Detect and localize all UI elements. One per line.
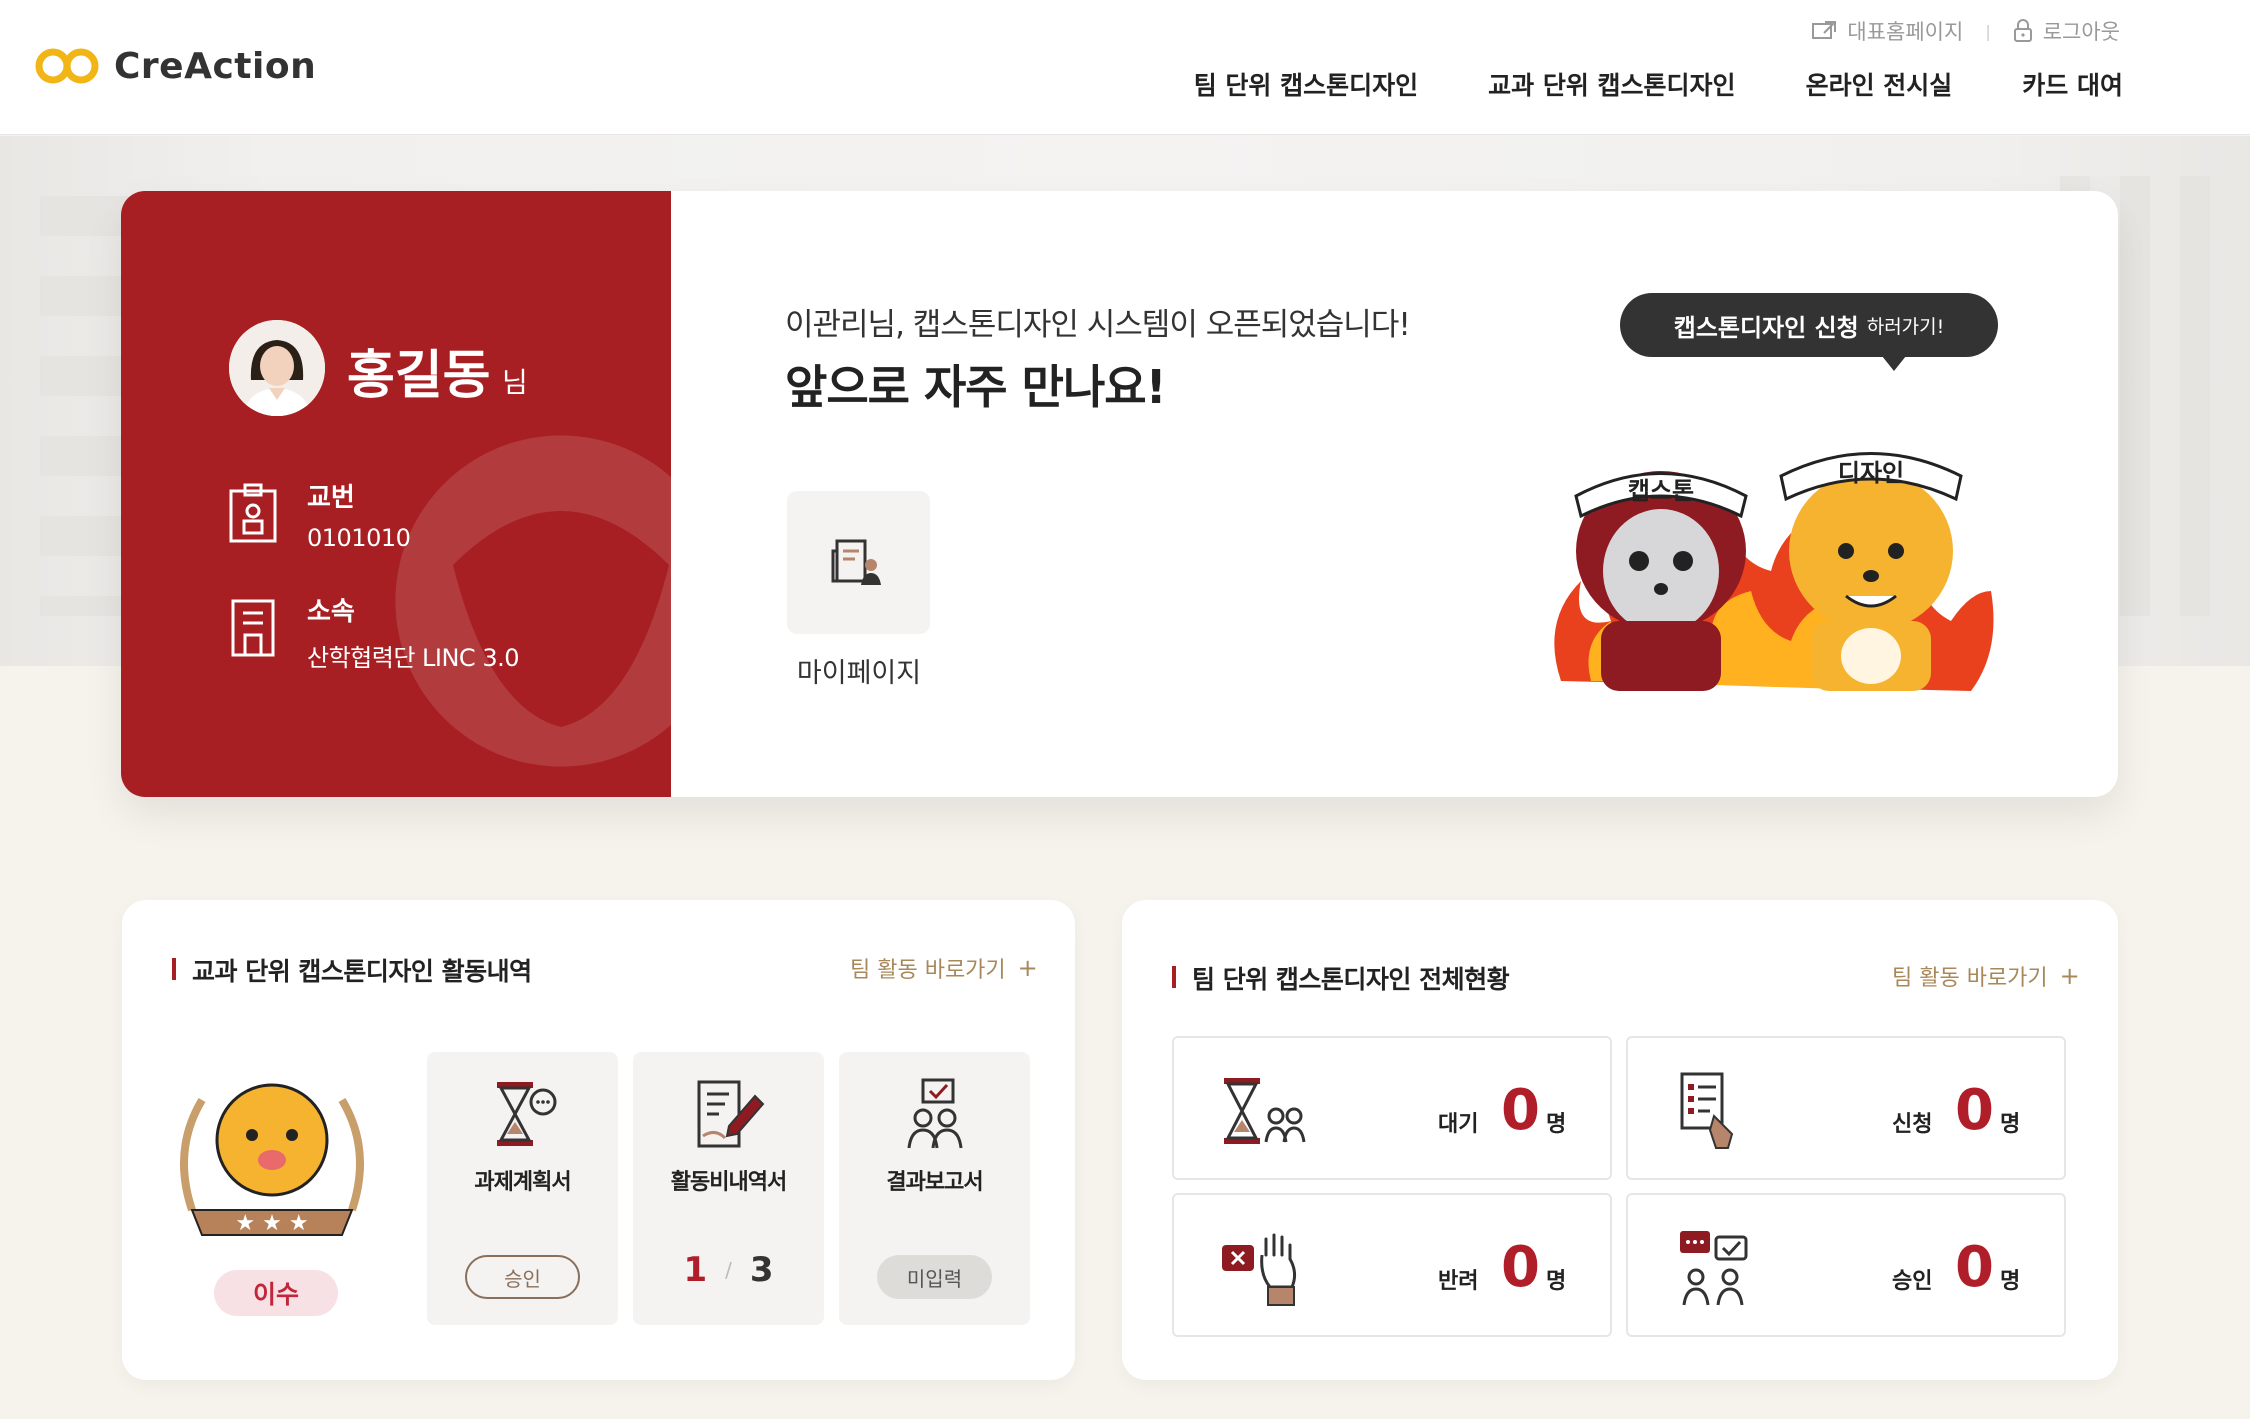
checklist-hand-icon [1680,1072,1734,1149]
completion-status-badge: 이수 [214,1270,338,1316]
mascot-left-band-text: 캡스톤 [1628,477,1694,505]
document-user-icon [831,539,881,585]
stat-approved-label: 승인 [1892,1269,1933,1294]
hero-card: 홍길동 님 교번 0101010 소속 산학협력단 LINC 3.0 이관리님,… [121,191,2118,797]
employee-id-row: 교번 0101010 [227,481,411,552]
utility-links: 대표홈페이지 | 로그아웃 [1811,16,2120,46]
department-row: 소속 산학협력단 LINC 3.0 [227,595,520,673]
doc-plan-status: 승인 [465,1255,580,1299]
logout-link[interactable]: 로그아웃 [2013,16,2120,46]
expense-done-count: 1 [683,1250,708,1290]
document-pen-icon [697,1080,764,1148]
expense-total-count: 3 [749,1250,774,1290]
apply-rest-text: 하러가기! [1866,315,1945,338]
mascot-illustration: 캡스톤 디자인 [1554,452,1994,691]
id-badge-icon [229,483,277,543]
nav-course-capstone[interactable]: 교과 단위 캡스톤디자인 [1488,66,1735,102]
doc-expense-label: 활동비내역서 [670,1170,787,1195]
logout-label: 로그아웃 [2042,20,2120,44]
doc-tile-expense[interactable]: 활동비내역서 1 / 3 [633,1052,824,1325]
stat-waiting-unit: 명 [1546,1112,1567,1137]
doc-report-label: 결과보고서 [886,1170,983,1195]
stat-waiting-value: 0 [1501,1078,1540,1143]
logo[interactable]: CreAction [34,44,316,88]
stat-waiting-label: 대기 [1438,1112,1479,1137]
mypage-label[interactable]: 마이페이지 [769,651,949,690]
team-card-title: 팀 단위 캡스톤디자인 전체현황 [1172,960,1510,996]
department-value: 산학협력단 LINC 3.0 [307,644,520,672]
employee-id-value: 0101010 [307,524,411,552]
welcome-title: 앞으로 자주 만나요! [785,360,1167,414]
stat-applied-value: 0 [1955,1078,1994,1143]
hourglass-chat-icon [496,1082,556,1146]
nav-team-capstone[interactable]: 팀 단위 캡스톤디자인 [1194,66,1418,102]
doc-expense-count: 1 / 3 [633,1250,824,1290]
welcome-subtitle: 이관리님, 캡스톤디자인 시스템이 오픈되었습니다! [785,307,1411,343]
approved-team-icon [1680,1231,1748,1306]
util-separator: | [1985,21,1991,41]
stat-rejected-value: 0 [1501,1235,1540,1300]
tiger-badge-icon: ★ ★ ★ [180,1083,364,1236]
doc-report-status: 미입력 [877,1255,992,1299]
stat-approved-value: 0 [1955,1235,1994,1300]
lock-icon [2013,19,2032,42]
capstone-apply-button[interactable]: 캡스톤디자인 신청 하러가기! [1620,293,1998,371]
team-check-icon [907,1078,962,1149]
hourglass-people-icon [1224,1078,1306,1144]
count-separator: / [725,1258,732,1282]
stat-approved[interactable]: 승인 0 명 [1626,1193,2066,1337]
home-link[interactable]: 대표홈페이지 [1811,16,1963,46]
avatar-photo-icon [229,320,325,416]
reject-hand-icon [1222,1233,1297,1306]
stat-approved-unit: 명 [2000,1269,2021,1294]
logo-text: CreAction [114,45,317,87]
stat-rejected[interactable]: 반려 0 명 [1172,1193,1612,1337]
site-header: CreAction 대표홈페이지 | 로그아웃 팀 단위 캡스톤디자인 교과 단… [0,0,2250,135]
plus-icon: + [1017,954,1038,982]
plus-icon: + [2059,962,2080,990]
main-nav: 팀 단위 캡스톤디자인 교과 단위 캡스톤디자인 온라인 전시실 카드 대여 [1194,66,2123,102]
course-capstone-card: 교과 단위 캡스톤디자인 활동내역 팀 활동 바로가기 + ★ ★ ★ 이수 과… [122,900,1075,1380]
home-link-label: 대표홈페이지 [1847,20,1964,44]
logo-infinity-icon [35,48,99,84]
nav-online-exhibition[interactable]: 온라인 전시실 [1806,66,1953,102]
avatar [229,320,325,416]
stat-applied[interactable]: 신청 0 명 [1626,1036,2066,1180]
user-name: 홍길동 [347,346,491,406]
mascot-right-band-text: 디자인 [1838,459,1904,487]
svg-text:★ ★ ★: ★ ★ ★ [235,1211,308,1236]
doc-tile-plan[interactable]: 과제계획서 승인 [427,1052,618,1325]
mypage-button[interactable] [787,491,930,634]
stat-waiting[interactable]: 대기 0 명 [1172,1036,1612,1180]
profile-panel: 홍길동 님 교번 0101010 소속 산학협력단 LINC 3.0 [121,191,671,797]
employee-id-label: 교번 [307,483,355,513]
apply-strong-text: 캡스톤디자인 신청 [1673,313,1859,342]
nav-card-rental[interactable]: 카드 대여 [2022,66,2123,102]
team-activity-link-label: 팀 활동 바로가기 [1892,966,2048,991]
user-name-suffix: 님 [502,366,528,399]
department-label: 소속 [307,597,355,627]
stat-applied-label: 신청 [1892,1112,1933,1137]
building-icon [231,599,275,657]
course-team-link[interactable]: 팀 활동 바로가기 + [850,952,1038,984]
doc-tile-report[interactable]: 결과보고서 미입력 [839,1052,1030,1325]
course-team-link-label: 팀 활동 바로가기 [850,958,1006,983]
stat-rejected-label: 반려 [1438,1269,1479,1294]
course-card-title: 교과 단위 캡스톤디자인 활동내역 [172,952,532,988]
stat-applied-unit: 명 [2000,1112,2021,1137]
stat-rejected-unit: 명 [1546,1269,1567,1294]
team-capstone-card: 팀 단위 캡스톤디자인 전체현황 팀 활동 바로가기 + 대기 0 명 신청 0… [1122,900,2118,1380]
external-link-icon [1812,21,1837,39]
team-activity-link[interactable]: 팀 활동 바로가기 + [1892,960,2080,992]
doc-plan-label: 과제계획서 [474,1170,571,1195]
